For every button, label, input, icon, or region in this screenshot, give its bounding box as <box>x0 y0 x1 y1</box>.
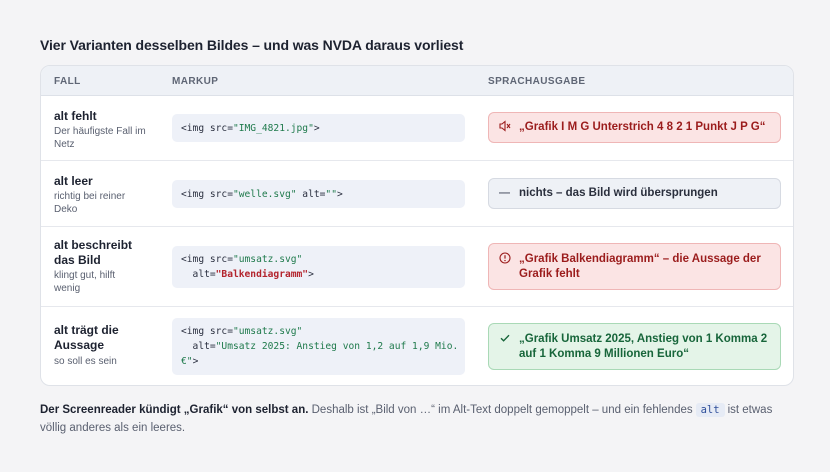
column-header-speech: SPRACHAUSGABE <box>488 76 586 87</box>
code-string: "umsatz.svg" <box>232 254 303 265</box>
column-header-markup: MARKUP <box>172 76 219 87</box>
table-header: FALL MARKUP SPRACHAUSGABE <box>41 66 793 96</box>
case-subtitle: so soll es sein <box>54 356 117 367</box>
case-title: alt trägt die Aussage <box>54 323 119 352</box>
code-text: alt= <box>296 189 326 200</box>
footer-bold: Der Screenreader kündigt „Grafik“ von se… <box>40 404 309 416</box>
table-row: alt trägt die Aussage so soll es sein <i… <box>41 307 793 385</box>
markup-code: <img src="welle.svg" alt=""> <box>172 180 465 208</box>
page-title: Vier Varianten desselben Bildes – und wa… <box>40 37 464 53</box>
case-title: alt beschreibt das Bild <box>54 238 133 267</box>
code-string: "" <box>325 189 337 200</box>
code-text: <img src= <box>181 123 233 134</box>
markup-code: <img src="IMG_4821.jpg"> <box>172 114 465 142</box>
case-subtitle: Der häufigste Fall im Netz <box>54 126 146 150</box>
case-subtitle: richtig bei reiner Deko <box>54 191 126 215</box>
code-string-bad: "Balkendiagramm" <box>215 269 309 280</box>
code-text: > <box>313 123 320 134</box>
speech-output: „Grafik Balkendiagramm“ – die Aussage de… <box>488 243 781 290</box>
table-row: alt beschreibt das Bild klingt gut, hilf… <box>41 227 793 307</box>
alert-circle-icon <box>499 252 511 269</box>
speech-output: „Grafik Umsatz 2025, Anstieg von 1 Komma… <box>488 323 781 370</box>
table-row: alt leer richtig bei reiner Deko <img sr… <box>41 161 793 227</box>
speech-text: nichts – das Bild wird übersprungen <box>519 187 718 199</box>
speech-text: „Grafik I M G Unterstrich 4 8 2 1 Punkt … <box>519 121 766 133</box>
code-text: > <box>308 269 314 280</box>
footer-text: Deshalb ist „Bild von …“ im Alt-Text dop… <box>308 404 693 416</box>
footer-note: Der Screenreader kündigt „Grafik“ von se… <box>40 401 800 437</box>
code-text: <img src= <box>181 254 233 265</box>
code-string: €" <box>181 356 193 367</box>
muted-speaker-icon <box>499 120 511 137</box>
check-icon <box>499 332 511 349</box>
column-header-case: FALL <box>54 76 81 87</box>
speech-text: „Grafik Umsatz 2025, Anstieg von 1 Komma… <box>519 333 768 360</box>
code-string: "umsatz.svg" <box>232 326 303 337</box>
markup-code: <img src="umsatz.svg" alt="Umsatz 2025: … <box>172 318 465 375</box>
code-text: > <box>336 189 343 200</box>
markup-code: <img src="umsatz.svg" alt="Balkendiagram… <box>172 246 465 288</box>
code-text: <img src= <box>181 326 233 337</box>
code-string: "Umsatz 2025: Anstieg von 1,2 auf 1,9 Mi… <box>215 341 459 352</box>
code-string: "IMG_4821.jpg" <box>232 123 314 134</box>
dash-icon: — <box>499 187 510 199</box>
speech-output: — nichts – das Bild wird übersprungen <box>488 178 781 209</box>
comparison-table: FALL MARKUP SPRACHAUSGABE alt fehlt Der … <box>40 65 794 386</box>
inline-code: alt <box>695 403 725 417</box>
case-title: alt fehlt <box>54 109 97 123</box>
speech-output: „Grafik I M G Unterstrich 4 8 2 1 Punkt … <box>488 112 781 143</box>
code-text: > <box>192 356 199 367</box>
code-text: <img src= <box>181 189 233 200</box>
code-text: alt= <box>181 269 216 280</box>
code-text: alt= <box>181 341 216 352</box>
table-row: alt fehlt Der häufigste Fall im Netz <im… <box>41 96 793 161</box>
speech-text: „Grafik Balkendiagramm“ – die Aussage de… <box>519 253 761 280</box>
code-string: "welle.svg" <box>232 189 297 200</box>
case-subtitle: klingt gut, hilft wenig <box>54 270 116 294</box>
case-title: alt leer <box>54 174 93 188</box>
